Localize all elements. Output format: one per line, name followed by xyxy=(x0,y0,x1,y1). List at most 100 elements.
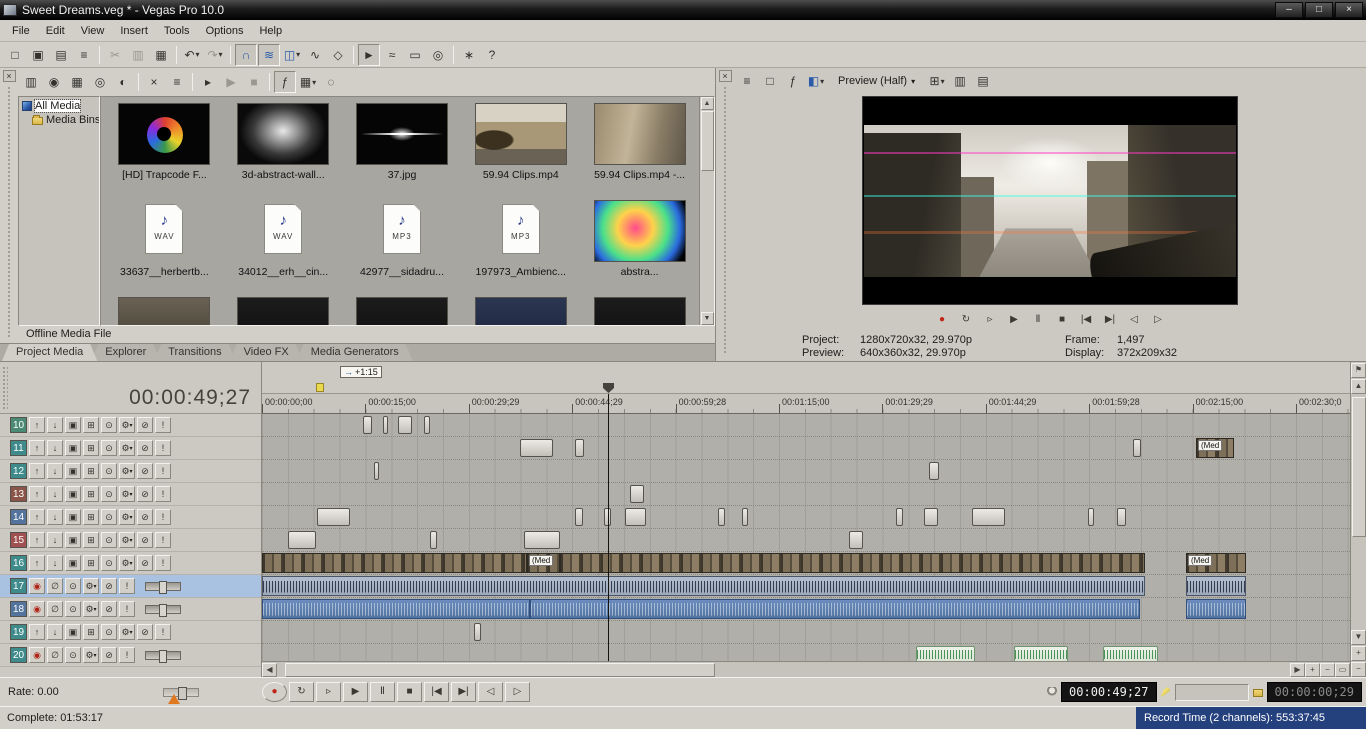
marker-tool-button[interactable]: ⚑ xyxy=(1351,363,1366,378)
track-arm-for-record-button[interactable]: ◉ xyxy=(29,647,45,663)
scroll-up-icon[interactable]: ▲ xyxy=(1351,379,1366,394)
end-time-display[interactable]: 00:00:00;29 xyxy=(1266,682,1362,702)
track-mute-button[interactable]: ⊘ xyxy=(137,463,153,479)
timeline-event[interactable] xyxy=(374,462,379,480)
track-automation-settings-button[interactable]: ⊙ xyxy=(101,555,117,571)
close-panel-icon[interactable]: × xyxy=(2,70,16,82)
menu-file[interactable]: File xyxy=(4,22,38,40)
vscroll-track[interactable] xyxy=(1351,395,1366,629)
timeline-event[interactable] xyxy=(524,531,560,549)
timeline-event[interactable] xyxy=(742,508,748,526)
zoom-in-tracks-button[interactable]: + xyxy=(1351,646,1366,661)
track-solo-button[interactable]: ! xyxy=(155,486,171,502)
media-item[interactable]: 3d-abstract-wall... xyxy=(224,99,343,196)
auto-ripple-button[interactable]: ◫ ▾ xyxy=(281,44,303,66)
track-header-10[interactable]: 10 ↑ ↓ ▣ ⊞ ⊙ ⚙ ▾ ⊘! xyxy=(0,414,261,437)
track-track-fx-button[interactable]: ⊞ xyxy=(83,509,99,525)
zoom-out-tracks-button[interactable]: − xyxy=(1351,662,1366,677)
extract-audio-from-cd-button[interactable]: ◎ xyxy=(89,71,111,93)
transport-next-frame-button[interactable]: ▷ xyxy=(1148,312,1169,328)
track-make-compositing-parent-button[interactable]: ↓ xyxy=(47,509,63,525)
timeline-event[interactable] xyxy=(924,508,938,526)
tab-video-fx[interactable]: Video FX xyxy=(230,344,303,361)
track-header-12[interactable]: 12 ↑ ↓ ▣ ⊞ ⊙ ⚙ ▾ ⊘! xyxy=(0,460,261,483)
track-mute-button[interactable]: ⊘ xyxy=(137,509,153,525)
timeline-event[interactable] xyxy=(1117,508,1126,526)
track-mute-button[interactable]: ⊘ xyxy=(137,555,153,571)
project-video-properties-button[interactable]: ≡ xyxy=(736,70,758,92)
scrollbar-thumb[interactable] xyxy=(700,111,714,171)
menu-options[interactable]: Options xyxy=(198,22,252,40)
transport-play-from-start-button[interactable]: ▹ xyxy=(980,312,1001,328)
scroll-right-icon[interactable]: ▶ xyxy=(1290,662,1305,677)
video-output-fx-button[interactable]: ƒ xyxy=(782,70,804,92)
timeline-event[interactable] xyxy=(575,439,584,457)
track-compositing-mode-button[interactable]: ⚙ ▾ xyxy=(119,486,135,502)
timeline-event[interactable] xyxy=(288,531,316,549)
track-make-compositing-child-button[interactable]: ↑ xyxy=(29,463,45,479)
transport-previous-frame-button[interactable]: ◁ xyxy=(1124,312,1145,328)
transport-stop-button[interactable]: ■ xyxy=(397,682,422,702)
track-track-motion-button[interactable]: ▣ xyxy=(65,463,81,479)
menu-tools[interactable]: Tools xyxy=(156,22,198,40)
timeline-event[interactable] xyxy=(383,416,388,434)
media-item[interactable]: abstra... xyxy=(580,196,699,293)
undo-button[interactable]: ↶ ▾ xyxy=(181,44,203,66)
track-lane-20[interactable] xyxy=(262,644,1350,661)
media-scrollbar[interactable]: ▲ ▼ xyxy=(699,97,714,325)
overlays-grid-button[interactable]: ⊞ ▾ xyxy=(926,70,948,92)
copy-button[interactable]: ▥ xyxy=(127,44,149,66)
menu-help[interactable]: Help xyxy=(251,22,290,40)
track-mute-button[interactable]: ⊘ xyxy=(137,532,153,548)
track-header-19[interactable]: 19 ↑ ↓ ▣ ⊞ ⊙ ⚙ ▾ ⊘! xyxy=(0,621,261,644)
normal-edit-tool-button[interactable]: ► xyxy=(358,43,380,66)
timeline-event[interactable] xyxy=(972,508,1005,526)
track-make-compositing-parent-button[interactable]: ↓ xyxy=(47,463,63,479)
media-item[interactable]: 59.94 Clips.mp4 -... xyxy=(580,99,699,196)
transport-play-from-start-button[interactable]: ▹ xyxy=(316,682,341,702)
timeline-event[interactable] xyxy=(1014,646,1068,661)
track-header-18[interactable]: 18 ◉ ∅ ⊙ ⚙ ▾ ⊘! xyxy=(0,598,261,621)
transport-go-to-end-button[interactable]: ▶| xyxy=(451,682,476,702)
timeline-event[interactable] xyxy=(262,553,527,573)
preview-quality-dropdown[interactable]: Preview (Half) ▾ xyxy=(832,73,921,89)
media-item[interactable]: 37.jpg xyxy=(343,99,462,196)
timeline-event[interactable] xyxy=(262,599,530,619)
volume-fader[interactable] xyxy=(145,603,181,617)
tab-project-media[interactable]: Project Media xyxy=(2,344,97,361)
track-header-14[interactable]: 14 ↑ ↓ ▣ ⊞ ⊙ ⚙ ▾ ⊘! xyxy=(0,506,261,529)
timeline-event[interactable] xyxy=(1133,439,1141,457)
transport-pause-button[interactable]: Ⅱ xyxy=(1028,312,1049,328)
track-invert-track-phase-button[interactable]: ∅ xyxy=(47,601,63,617)
scroll-up-icon[interactable]: ▲ xyxy=(700,97,714,110)
track-solo-button[interactable]: ! xyxy=(155,463,171,479)
timeline-event[interactable] xyxy=(317,508,350,526)
selection-length-field[interactable] xyxy=(1174,683,1249,701)
scroll-down-icon[interactable]: ▼ xyxy=(1351,630,1366,645)
zoom-in-time-button[interactable]: + xyxy=(1305,662,1320,677)
track-solo-button[interactable]: ! xyxy=(155,440,171,456)
timeline-event[interactable]: (Med xyxy=(527,553,560,573)
track-mute-button[interactable]: ⊘ xyxy=(137,440,153,456)
track-make-compositing-parent-button[interactable]: ↓ xyxy=(47,555,63,571)
transport-play-button[interactable]: ▶ xyxy=(343,682,368,702)
track-automation-settings-button[interactable]: ⊙ xyxy=(101,509,117,525)
track-mute-button[interactable]: ⊘ xyxy=(137,624,153,640)
timeline-event[interactable] xyxy=(1186,599,1246,619)
menu-view[interactable]: View xyxy=(73,22,113,40)
track-make-compositing-parent-button[interactable]: ↓ xyxy=(47,624,63,640)
preview-on-external-monitor-button[interactable]: □ xyxy=(759,70,781,92)
lock-envelopes-to-events-button[interactable]: ∿ xyxy=(304,44,326,66)
track-automation-settings-button[interactable]: ⊙ xyxy=(65,578,81,594)
track-lane-14[interactable] xyxy=(262,506,1350,529)
volume-fader[interactable] xyxy=(145,580,181,594)
track-make-compositing-child-button[interactable]: ↑ xyxy=(29,555,45,571)
track-automation-settings-button[interactable]: ⊙ xyxy=(101,532,117,548)
transport-play-button[interactable]: ▶ xyxy=(1004,312,1025,328)
transport-stop-button[interactable]: ■ xyxy=(1052,312,1073,328)
track-mute-button[interactable]: ⊘ xyxy=(101,647,117,663)
panel-dock-handle[interactable]: × xyxy=(0,68,18,343)
timeline-event[interactable]: (Med xyxy=(1186,553,1246,573)
track-automation-settings-button[interactable]: ⊙ xyxy=(65,647,81,663)
track-compositing-mode-button[interactable]: ⚙ ▾ xyxy=(119,532,135,548)
